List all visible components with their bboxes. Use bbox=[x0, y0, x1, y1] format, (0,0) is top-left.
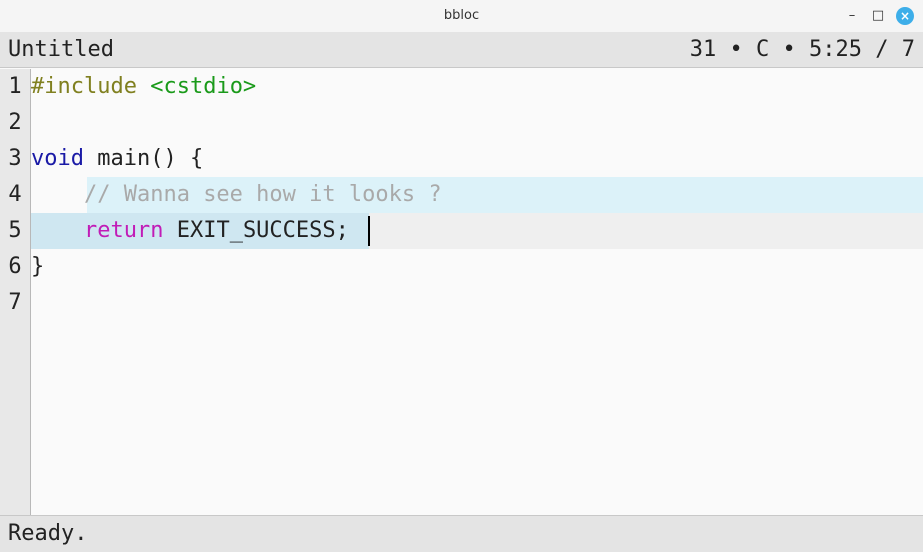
line-number: 6 bbox=[8, 254, 22, 279]
code-line-5[interactable]: return EXIT_SUCCESS; bbox=[31, 213, 923, 249]
preprocessor-directive: #include bbox=[31, 74, 137, 99]
language-indicator[interactable]: C bbox=[756, 37, 769, 62]
line-number: 7 bbox=[8, 290, 22, 315]
code-comment: // Wanna see how it looks ? bbox=[83, 182, 442, 207]
line-number-gutter: 1 2 3 4 5 6 7 bbox=[0, 69, 31, 515]
cursor-position: 5:25 bbox=[809, 37, 862, 62]
text-cursor bbox=[368, 216, 370, 246]
closing-brace: } bbox=[31, 254, 45, 279]
include-header: <cstdio> bbox=[150, 74, 257, 99]
type-keyword: void bbox=[31, 146, 84, 171]
line-number: 5 bbox=[8, 218, 22, 243]
close-icon[interactable]: × bbox=[896, 7, 914, 25]
return-keyword: return bbox=[83, 218, 164, 243]
line-count: 7 bbox=[901, 37, 915, 62]
line-number: 4 bbox=[8, 182, 22, 207]
info-separator: • bbox=[769, 37, 810, 62]
document-name: Untitled bbox=[8, 37, 114, 62]
line-number: 3 bbox=[8, 146, 22, 171]
info-separator: • bbox=[716, 37, 757, 62]
line-number: 1 bbox=[8, 74, 22, 99]
status-bar: Ready. bbox=[0, 515, 923, 552]
document-header: Untitled 31 • C • 5:25 / 7 bbox=[0, 32, 923, 68]
window-title: bbloc bbox=[443, 8, 480, 23]
document-info: 31 • C • 5:25 / 7 bbox=[690, 32, 915, 68]
maximize-icon[interactable]: □ bbox=[868, 6, 888, 26]
code-line-3[interactable]: void main() { bbox=[31, 141, 923, 177]
return-value: EXIT_SUCCESS; bbox=[163, 218, 349, 243]
code-line-4[interactable]: // Wanna see how it looks ? bbox=[31, 177, 923, 213]
line-number: 2 bbox=[8, 110, 22, 135]
status-message: Ready. bbox=[8, 521, 88, 546]
code-editor[interactable]: #include <cstdio> void main() { // Wanna… bbox=[31, 69, 923, 515]
code-line-7[interactable] bbox=[31, 285, 923, 321]
info-separator: / bbox=[862, 37, 902, 62]
code-line-1[interactable]: #include <cstdio> bbox=[31, 69, 923, 105]
minimize-icon[interactable]: – bbox=[842, 6, 862, 26]
code-line-6[interactable]: } bbox=[31, 249, 923, 285]
code-line-2[interactable] bbox=[31, 105, 923, 141]
function-signature: main() { bbox=[83, 146, 204, 171]
char-count: 31 bbox=[689, 37, 717, 62]
title-bar: bbloc – □ × bbox=[0, 0, 923, 32]
